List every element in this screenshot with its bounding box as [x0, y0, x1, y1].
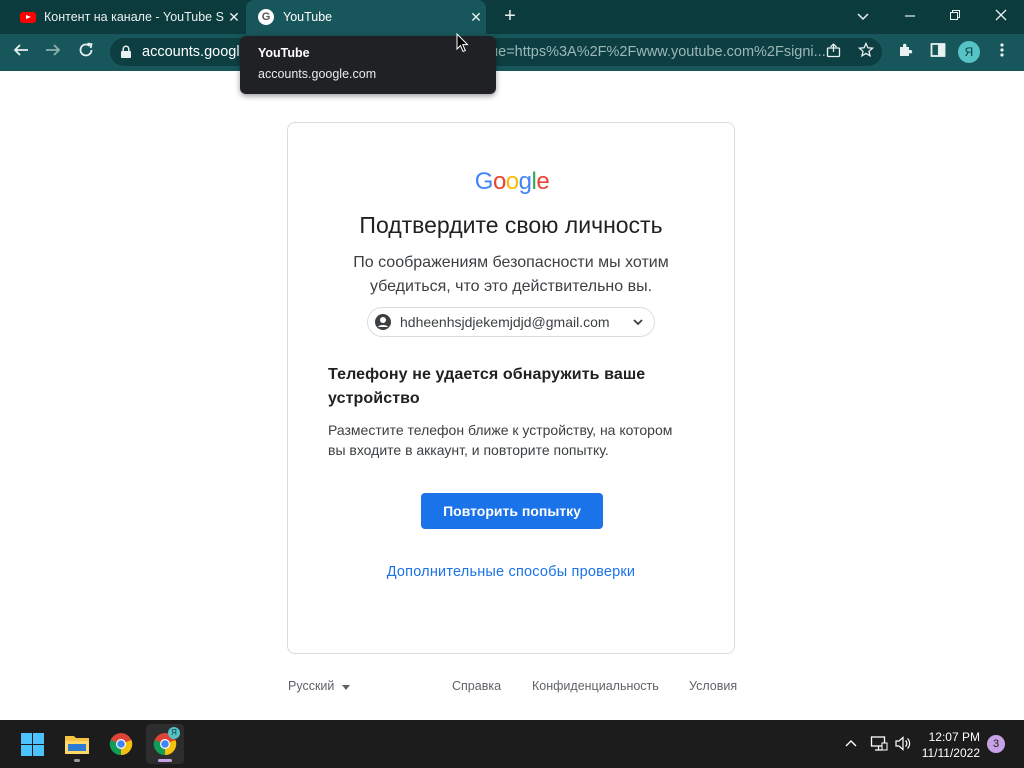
error-description-line: вы входите в аккаунт, и повторите попытк… [328, 442, 609, 458]
profile-badge: Я [168, 727, 180, 739]
google-logo: Google [0, 168, 1024, 196]
tab-strip: Контент на канале - YouTube Studio ✕ G Y… [0, 0, 1024, 34]
terms-link[interactable]: Условия [689, 679, 737, 693]
windows-start-icon[interactable] [21, 733, 44, 756]
tab-youtube-studio[interactable]: Контент на канале - YouTube Studio ✕ [12, 0, 244, 34]
bookmark-star-icon[interactable] [853, 40, 879, 66]
language-select[interactable]: Русский [288, 679, 334, 693]
network-icon[interactable] [870, 735, 888, 752]
error-description: Разместите телефон ближе к устройству, н… [328, 420, 698, 460]
lock-icon[interactable] [120, 45, 132, 59]
mouse-cursor-icon [456, 33, 469, 53]
help-link[interactable]: Справка [452, 679, 501, 693]
reload-icon[interactable] [73, 40, 99, 66]
active-indicator [158, 759, 172, 762]
chevron-up-icon[interactable] [845, 738, 857, 748]
url-path[interactable]: nue=https%3A%2F%2Fwww.youtube.com%2Fsign… [482, 44, 826, 60]
clock-date[interactable]: 11/11/2022 [918, 746, 980, 760]
minimize-icon[interactable] [896, 4, 924, 28]
caret-down-icon[interactable] [342, 685, 350, 690]
forward-icon[interactable] [40, 40, 66, 66]
file-explorer-icon[interactable] [64, 733, 90, 755]
tab-title: YouTube [283, 10, 333, 24]
error-heading: Телефону не удается обнаружить ваше устр… [328, 363, 688, 411]
error-heading-line: устройство [328, 390, 420, 407]
logo-letter: o [505, 168, 519, 195]
back-icon[interactable] [8, 40, 34, 66]
restore-icon[interactable] [941, 4, 969, 28]
error-description-line: Разместите телефон ближе к устройству, н… [328, 422, 673, 438]
page-subtitle: По соображениям безопасности мы хотим уб… [287, 251, 735, 299]
error-heading-line: Телефону не удается обнаружить ваше [328, 366, 646, 383]
share-icon[interactable] [820, 40, 846, 66]
clock-time[interactable]: 12:07 PM [926, 730, 980, 744]
tab-youtube[interactable]: G YouTube ✕ [246, 0, 486, 34]
close-tab-icon[interactable]: ✕ [466, 9, 486, 26]
profile-avatar[interactable]: Я [958, 41, 980, 63]
privacy-link[interactable]: Конфиденциальность [532, 679, 659, 693]
subtitle-line: По соображениям безопасности мы хотим [353, 254, 669, 271]
close-window-icon[interactable] [987, 4, 1015, 28]
tooltip-title: YouTube [258, 46, 310, 60]
chevron-down-icon[interactable] [632, 316, 644, 328]
extensions-icon[interactable] [893, 40, 919, 66]
menu-icon[interactable] [989, 40, 1015, 66]
side-panel-icon[interactable] [925, 40, 951, 66]
logo-letter: G [474, 168, 494, 195]
new-tab-icon[interactable]: + [498, 4, 522, 28]
logo-letter: o [492, 168, 506, 195]
logo-letter: e [536, 168, 550, 195]
tooltip-host: accounts.google.com [258, 67, 377, 81]
tab-title: Контент на канале - YouTube Studio [44, 10, 224, 24]
retry-button[interactable]: Повторить попытку [421, 493, 603, 529]
logo-letter: g [518, 168, 532, 195]
more-ways-link[interactable]: Дополнительные способы проверки [287, 564, 735, 580]
account-circle-icon [375, 314, 391, 330]
subtitle-line: убедиться, что это действительно вы. [369, 278, 653, 295]
volume-icon[interactable] [894, 735, 912, 752]
tab-search-icon[interactable] [849, 4, 877, 28]
close-tab-icon[interactable]: ✕ [224, 9, 244, 26]
chrome-icon[interactable] [109, 732, 133, 756]
page-title: Подтвердите свою личность [359, 212, 663, 238]
google-icon: G [258, 9, 274, 25]
youtube-icon [20, 11, 36, 23]
url-host[interactable]: accounts.google [142, 44, 248, 60]
running-indicator [74, 759, 80, 762]
account-email[interactable]: hdheenhsjdjekemjdjd@gmail.com [400, 314, 610, 330]
notification-badge[interactable]: 3 [987, 735, 1005, 753]
